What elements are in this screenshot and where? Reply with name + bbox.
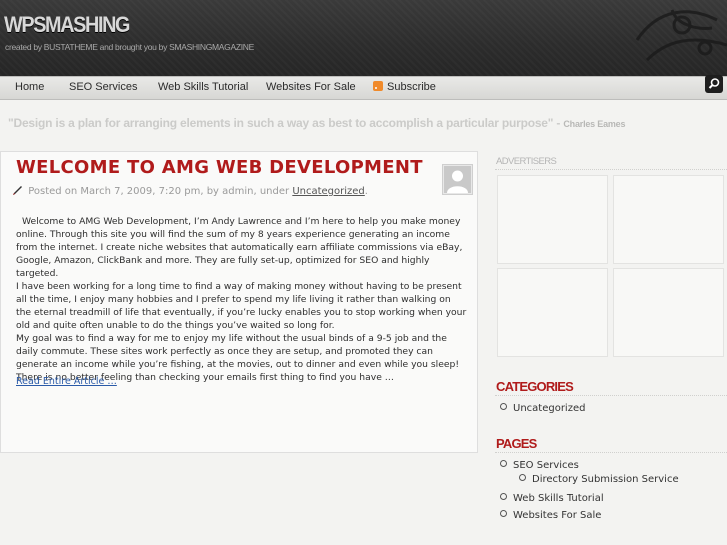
- advertisers-title: ADVERTISERS: [496, 156, 557, 167]
- nav-item-seo-services[interactable]: SEO Services: [69, 81, 137, 93]
- bullet-icon: [500, 510, 507, 517]
- pen-icon: [13, 186, 22, 195]
- post-meta-text: Posted on March 7, 2009, 7:20 pm, by adm…: [28, 186, 290, 197]
- bullet-icon: [500, 403, 507, 410]
- post-meta-suffix: .: [364, 186, 368, 197]
- header-quote: "Design is a plan for arranging elements…: [8, 116, 626, 130]
- page-label: Directory Submission Service: [532, 474, 679, 485]
- nav-item-subscribe[interactable]: Subscribe: [373, 81, 436, 93]
- author-avatar: [442, 164, 473, 195]
- post-body: Welcome to AMG Web Development, I’m Andy…: [16, 215, 468, 384]
- subscribe-label: Subscribe: [387, 81, 436, 93]
- bullet-icon: [500, 460, 507, 467]
- nav-item-home[interactable]: Home: [15, 81, 44, 93]
- bullet-icon: [500, 493, 507, 500]
- quote-author: Charles Eames: [563, 119, 626, 129]
- post-meta: Posted on March 7, 2009, 7:20 pm, by adm…: [12, 185, 368, 197]
- widget-divider: [495, 169, 727, 170]
- ad-slot[interactable]: [497, 268, 608, 357]
- read-more-link[interactable]: Read Entire Article …: [16, 376, 117, 387]
- page-label: SEO Services: [513, 460, 579, 471]
- site-header: WPSMASHING created by BUSTATHEME and bro…: [0, 0, 727, 76]
- quote-text: "Design is a plan for arranging elements…: [8, 116, 561, 130]
- post-category-link[interactable]: Uncategorized: [292, 186, 364, 197]
- rss-icon: [373, 81, 383, 91]
- search-button[interactable]: [705, 75, 723, 93]
- post-paragraph: Welcome to AMG Web Development, I’m Andy…: [16, 216, 463, 279]
- categories-title: CATEGORIES: [496, 379, 574, 394]
- ad-slot[interactable]: [613, 175, 724, 264]
- main-navigation: Home SEO Services Web Skills Tutorial We…: [0, 75, 727, 100]
- site-tagline: created by BUSTATHEME and brought you by…: [5, 42, 255, 52]
- category-item-uncategorized[interactable]: Uncategorized: [500, 403, 585, 414]
- category-label: Uncategorized: [513, 403, 586, 414]
- ad-slot[interactable]: [497, 175, 608, 264]
- ad-slot[interactable]: [613, 268, 724, 357]
- pages-title: PAGES: [496, 436, 537, 451]
- post-paragraph: I have been working for a long time to f…: [16, 281, 467, 331]
- widget-divider: [495, 452, 727, 453]
- page-label: Web Skills Tutorial: [513, 493, 604, 504]
- page-item-websites-for-sale[interactable]: Websites For Sale: [500, 510, 601, 521]
- page-item-seo-services[interactable]: SEO Services: [500, 460, 579, 471]
- floral-ornament-icon: [635, 9, 727, 62]
- page-item-directory-submission[interactable]: Directory Submission Service: [519, 474, 679, 485]
- user-silhouette-icon: [447, 170, 468, 193]
- post-article: WELCOME TO AMG WEB DEVELOPMENT Posted on…: [0, 151, 478, 453]
- bullet-icon: [519, 474, 526, 481]
- page-label: Websites For Sale: [513, 510, 602, 521]
- page-item-web-skills-tutorial[interactable]: Web Skills Tutorial: [500, 493, 604, 504]
- site-logo[interactable]: WPSMASHING: [4, 12, 130, 38]
- post-title[interactable]: WELCOME TO AMG WEB DEVELOPMENT: [16, 157, 423, 178]
- search-icon: [708, 78, 720, 89]
- nav-item-websites-for-sale[interactable]: Websites For Sale: [266, 81, 356, 93]
- nav-item-web-skills-tutorial[interactable]: Web Skills Tutorial: [158, 81, 248, 93]
- widget-divider: [495, 395, 727, 396]
